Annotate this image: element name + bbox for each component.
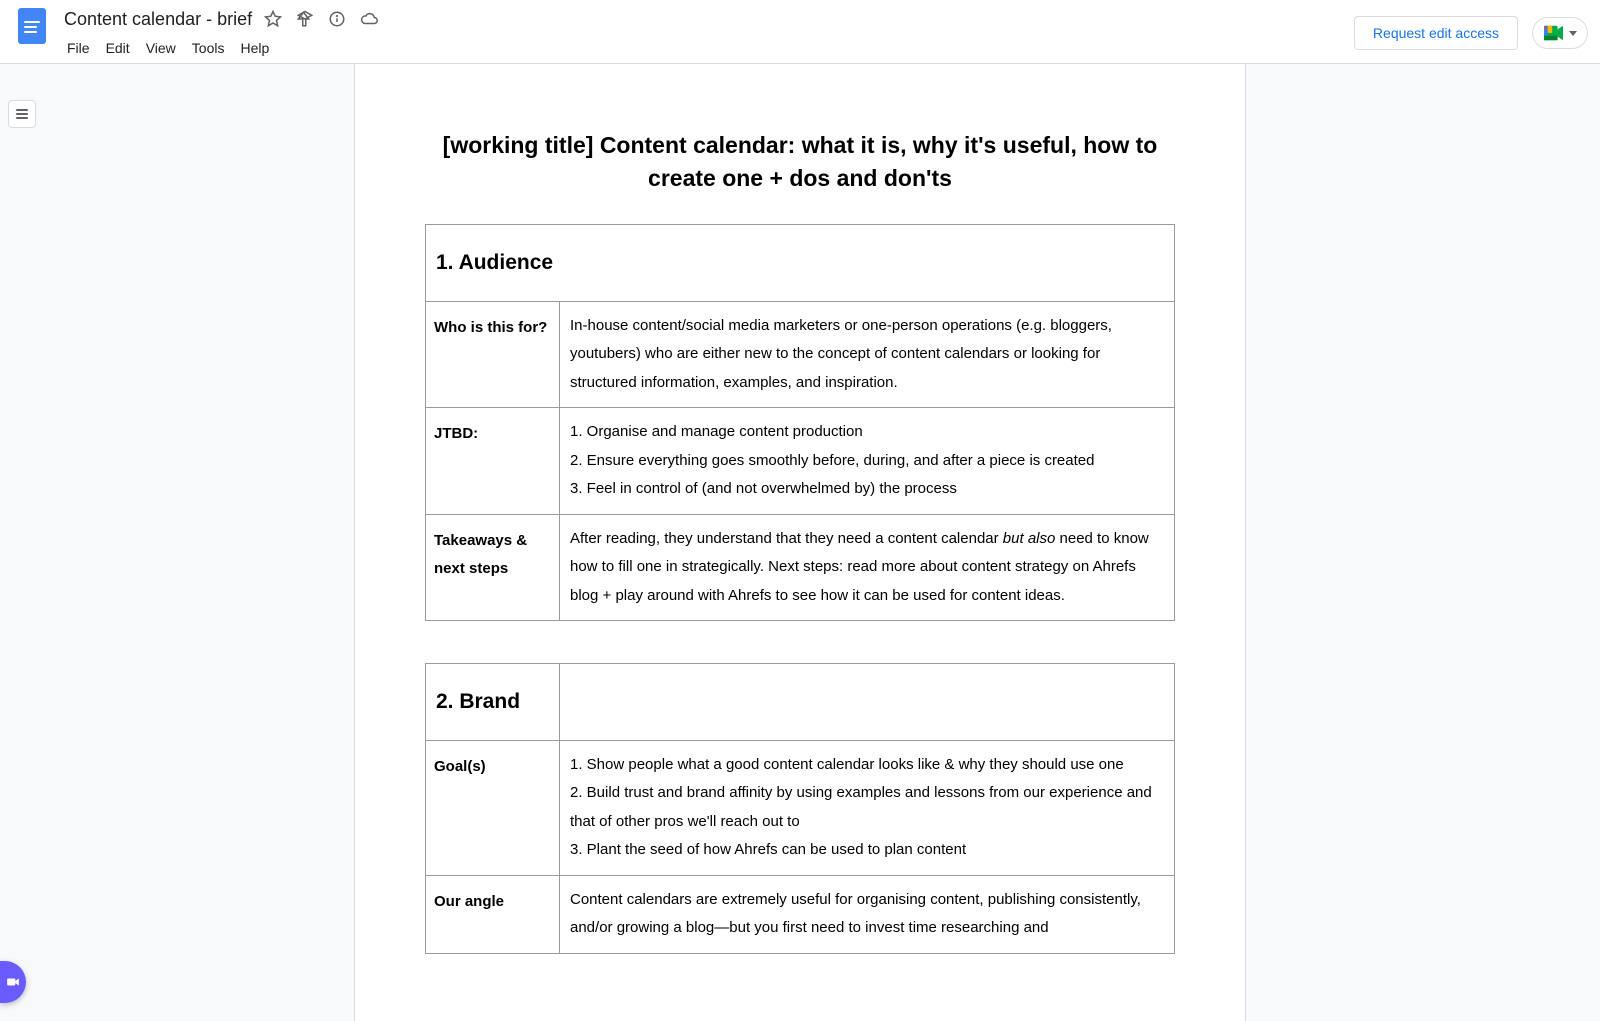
audience-table: 1. Audience Who is this for? In-house co… (425, 224, 1175, 621)
table-row: Takeaways & next steps After reading, th… (426, 514, 1175, 621)
menu-view[interactable]: View (139, 36, 183, 60)
list-item: 2. Build trust and brand affinity by usi… (570, 779, 1164, 836)
document-outline-button[interactable] (8, 100, 36, 128)
app-header: Content calendar - brief File Edit View (0, 0, 1600, 64)
request-edit-access-button[interactable]: Request edit access (1354, 16, 1518, 50)
row-label: JTBD: (426, 408, 560, 515)
row-label: Our angle (426, 875, 560, 953)
list-item: 2. Ensure everything goes smoothly befor… (570, 447, 1164, 476)
info-icon[interactable] (328, 10, 346, 28)
row-value: Content calendars are extremely useful f… (560, 875, 1175, 953)
row-value: In-house content/social media marketers … (560, 301, 1175, 408)
table-row: Our angle Content calendars are extremel… (426, 875, 1175, 953)
document-page: [working title] Content calendar: what i… (354, 64, 1246, 1021)
document-title[interactable]: Content calendar - brief (60, 8, 256, 31)
row-label: Goal(s) (426, 740, 560, 875)
table-row: Who is this for? In-house content/social… (426, 301, 1175, 408)
title-area: Content calendar - brief File Edit View (60, 6, 1346, 62)
menu-tools[interactable]: Tools (185, 36, 232, 60)
chevron-down-icon (1569, 31, 1577, 36)
cloud-status-icon[interactable] (360, 10, 378, 28)
video-icon (6, 975, 20, 989)
table-row: JTBD: 1. Organise and manage content pro… (426, 408, 1175, 515)
row-value: 1. Organise and manage content productio… (560, 408, 1175, 515)
header-actions: Request edit access (1354, 6, 1588, 50)
menu-file[interactable]: File (60, 36, 97, 60)
star-icon[interactable] (264, 10, 282, 28)
section-title-brand: 2. Brand (426, 664, 560, 741)
menu-edit[interactable]: Edit (99, 36, 137, 60)
row-value: After reading, they understand that they… (560, 514, 1175, 621)
google-meet-button[interactable] (1532, 17, 1588, 49)
section-title-spacer (560, 664, 1175, 741)
document-heading: [working title] Content calendar: what i… (425, 129, 1175, 196)
google-docs-icon (18, 8, 46, 44)
list-item: 3. Plant the seed of how Ahrefs can be u… (570, 836, 1164, 865)
present-fab[interactable] (0, 961, 26, 1003)
editor-workspace: [working title] Content calendar: what i… (0, 64, 1600, 1021)
list-item: 1. Organise and manage content productio… (570, 418, 1164, 447)
section-title-audience: 1. Audience (426, 224, 1175, 301)
list-item: 3. Feel in control of (and not overwhelm… (570, 475, 1164, 504)
list-item: 1. Show people what a good content calen… (570, 751, 1164, 780)
row-label: Takeaways & next steps (426, 514, 560, 621)
table-row: Goal(s) 1. Show people what a good conte… (426, 740, 1175, 875)
docs-home-button[interactable] (12, 6, 52, 44)
menu-help[interactable]: Help (233, 36, 276, 60)
google-meet-icon (1543, 24, 1565, 42)
row-label: Who is this for? (426, 301, 560, 408)
brand-table: 2. Brand Goal(s) 1. Show people what a g… (425, 663, 1175, 954)
move-icon[interactable] (296, 10, 314, 28)
row-value: 1. Show people what a good content calen… (560, 740, 1175, 875)
menubar: File Edit View Tools Help (60, 34, 1346, 62)
outline-icon (16, 113, 28, 115)
